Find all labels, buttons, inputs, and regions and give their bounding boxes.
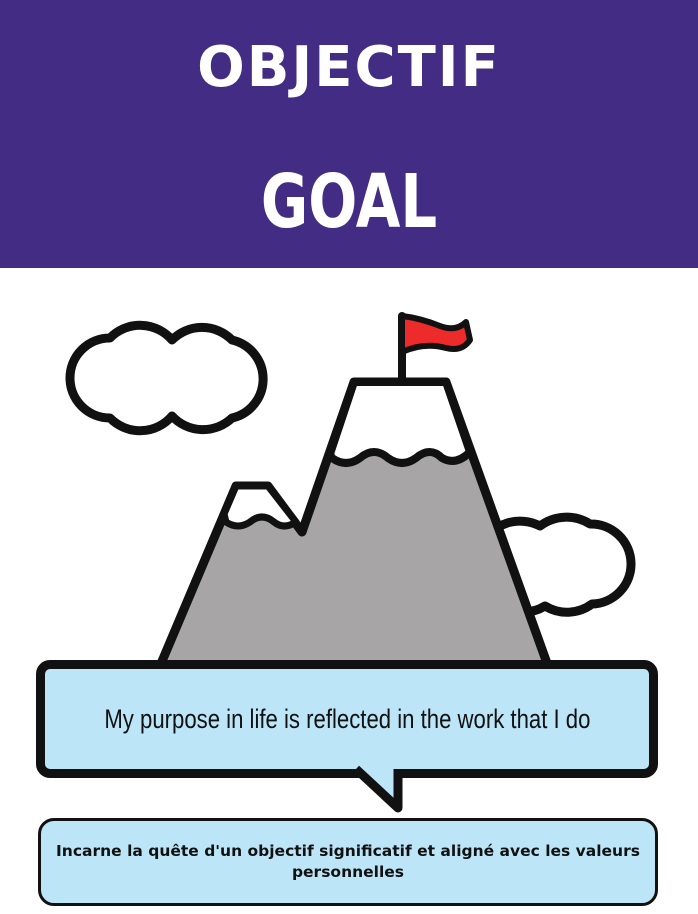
speech-bubble-tail: [352, 760, 403, 813]
cloud-icon: [65, 320, 268, 436]
header-banner: OBJECTIF GOAL: [0, 0, 698, 268]
speech-bubble: My purpose in life is reflected in the w…: [36, 660, 658, 778]
flag-icon: [398, 312, 473, 386]
caption-box: Incarne la quête d'un objectif significa…: [38, 818, 658, 906]
title-english: GOAL: [260, 159, 438, 245]
caption-text: Incarne la quête d'un objectif significa…: [56, 842, 640, 881]
title-french: OBJECTIF: [197, 35, 501, 100]
speech-bubble-text: My purpose in life is reflected in the w…: [103, 703, 591, 734]
mountain-illustration: [65, 312, 636, 671]
